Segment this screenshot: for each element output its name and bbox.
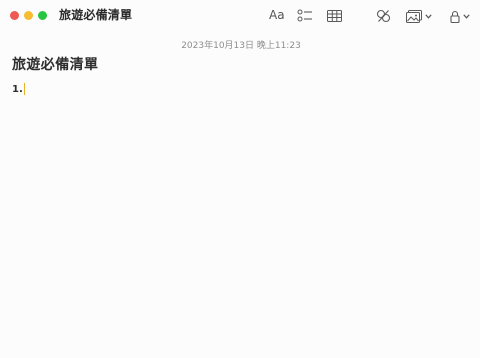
table-icon <box>327 10 342 22</box>
chevron-down-icon <box>463 13 470 19</box>
text-cursor <box>23 83 25 95</box>
collaborate-icon <box>376 9 391 23</box>
close-window-button[interactable] <box>10 11 19 20</box>
table-button[interactable] <box>327 8 342 24</box>
media-button[interactable] <box>406 8 432 24</box>
notes-window: 旅遊必備清單 Aa 2023年10月13日 晚上11:23 旅遊必備清單 1. <box>0 0 480 358</box>
chevron-down-icon <box>425 13 432 19</box>
title-bar: 旅遊必備清單 Aa <box>0 0 480 32</box>
minimize-window-button[interactable] <box>24 11 33 20</box>
checklist-icon <box>297 9 312 22</box>
format-icon: Aa <box>269 8 285 22</box>
checklist-button[interactable] <box>297 8 313 24</box>
media-icon <box>406 9 422 23</box>
note-title[interactable]: 旅遊必備清單 <box>12 54 98 74</box>
note-body-line[interactable]: 1. <box>12 83 25 95</box>
lock-icon <box>450 10 460 23</box>
collaborate-button[interactable] <box>376 8 391 24</box>
zoom-window-button[interactable] <box>38 11 47 20</box>
window-title: 旅遊必備清單 <box>59 8 133 22</box>
lock-button[interactable] <box>450 8 470 24</box>
list-item-marker: 1. <box>12 83 23 95</box>
note-timestamp: 2023年10月13日 晚上11:23 <box>181 41 301 51</box>
format-button[interactable]: Aa <box>269 7 285 23</box>
